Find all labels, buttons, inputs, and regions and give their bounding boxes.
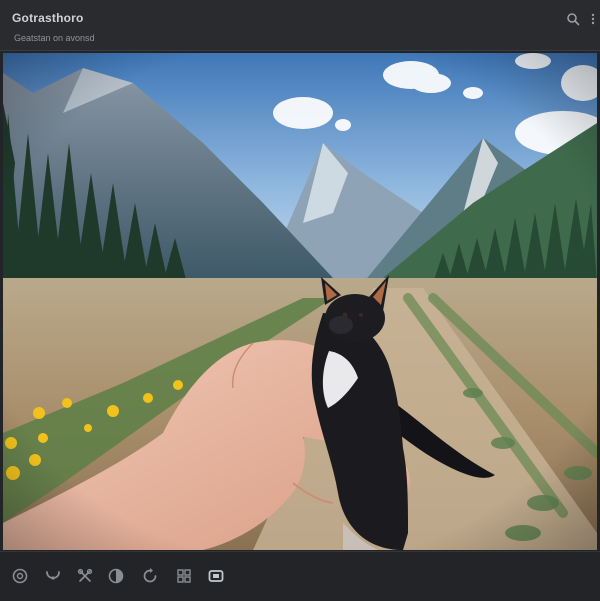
crop-icon[interactable] [207, 567, 225, 585]
bottom-toolbar [0, 551, 600, 601]
refresh-icon[interactable] [141, 567, 159, 585]
title-bar: Gotrasthoro Geatstan on avonsd [0, 0, 600, 51]
rotate-icon[interactable] [11, 567, 29, 585]
photo-image [3, 53, 597, 550]
window-title: Gotrasthoro [12, 11, 84, 25]
window-subtitle: Geatstan on avonsd [14, 33, 95, 43]
link-icon[interactable] [76, 567, 94, 585]
search-icon[interactable] [566, 12, 580, 26]
face-icon[interactable] [44, 567, 62, 585]
photo-viewer[interactable] [3, 53, 597, 550]
app-window: Gotrasthoro Geatstan on avonsd [0, 0, 600, 601]
adjust-icon[interactable] [107, 567, 125, 585]
more-vertical-icon[interactable] [589, 12, 597, 26]
grid-icon[interactable] [175, 567, 193, 585]
